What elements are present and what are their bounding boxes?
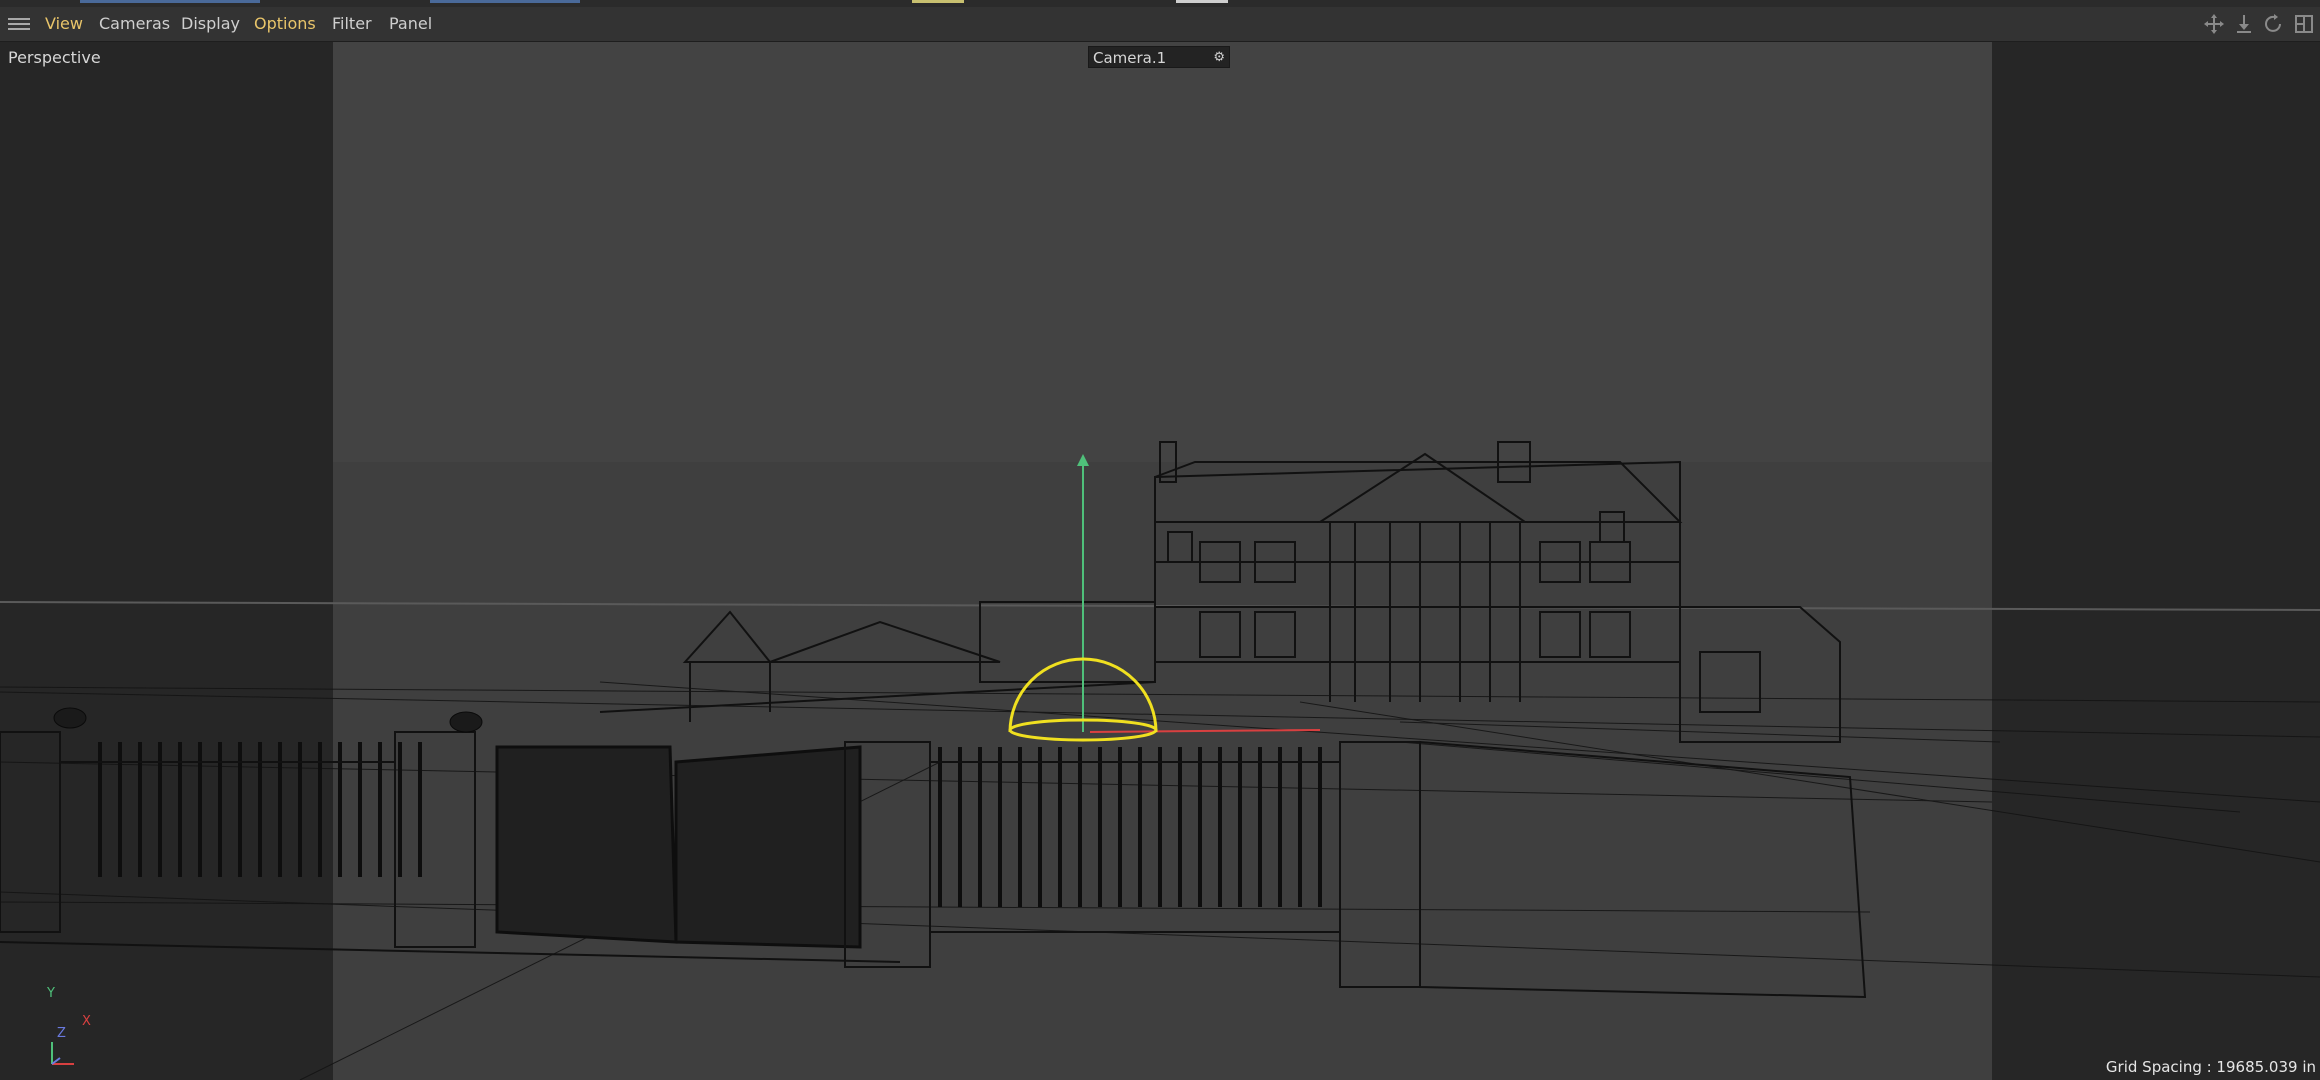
menu-view[interactable]: View (45, 7, 83, 41)
gate-wireframe (495, 745, 862, 949)
rotate-view-icon[interactable] (2262, 13, 2286, 35)
viewport-menubar: View Cameras Display Options Filter Pane… (0, 7, 2320, 42)
camera-settings-icon[interactable]: ⚙ (1213, 47, 1225, 69)
axis-label-y: Y (47, 986, 55, 1001)
camera-name: Camera.1 (1093, 49, 1167, 67)
projection-label: Perspective (8, 48, 101, 67)
toggle-views-icon[interactable] (2292, 13, 2316, 35)
viewport-canvas[interactable]: Perspective Camera.1 ⚙ Y Z X Grid Spacin… (0, 42, 2320, 1080)
menu-filter[interactable]: Filter (332, 7, 372, 41)
tab-indicator (80, 0, 260, 3)
hamburger-menu-icon[interactable] (8, 15, 30, 33)
zoom-view-icon[interactable] (2232, 13, 2256, 35)
scene-wireframe (0, 42, 2320, 1080)
menu-display[interactable]: Display (181, 7, 240, 41)
camera-selector[interactable]: Camera.1 ⚙ (1088, 46, 1230, 68)
axis-label-x: X (82, 1014, 91, 1029)
axis-label-z: Z (57, 1026, 66, 1041)
menu-options[interactable]: Options (254, 7, 316, 41)
tab-indicator (1176, 0, 1228, 3)
move-view-icon[interactable] (2202, 13, 2226, 35)
tab-indicator (912, 0, 964, 3)
grid-spacing-readout: Grid Spacing : 19685.039 in (2105, 1058, 2316, 1076)
tab-indicator (430, 0, 580, 3)
menu-cameras[interactable]: Cameras (99, 7, 170, 41)
menu-panel[interactable]: Panel (389, 7, 432, 41)
top-strip (0, 0, 2320, 7)
